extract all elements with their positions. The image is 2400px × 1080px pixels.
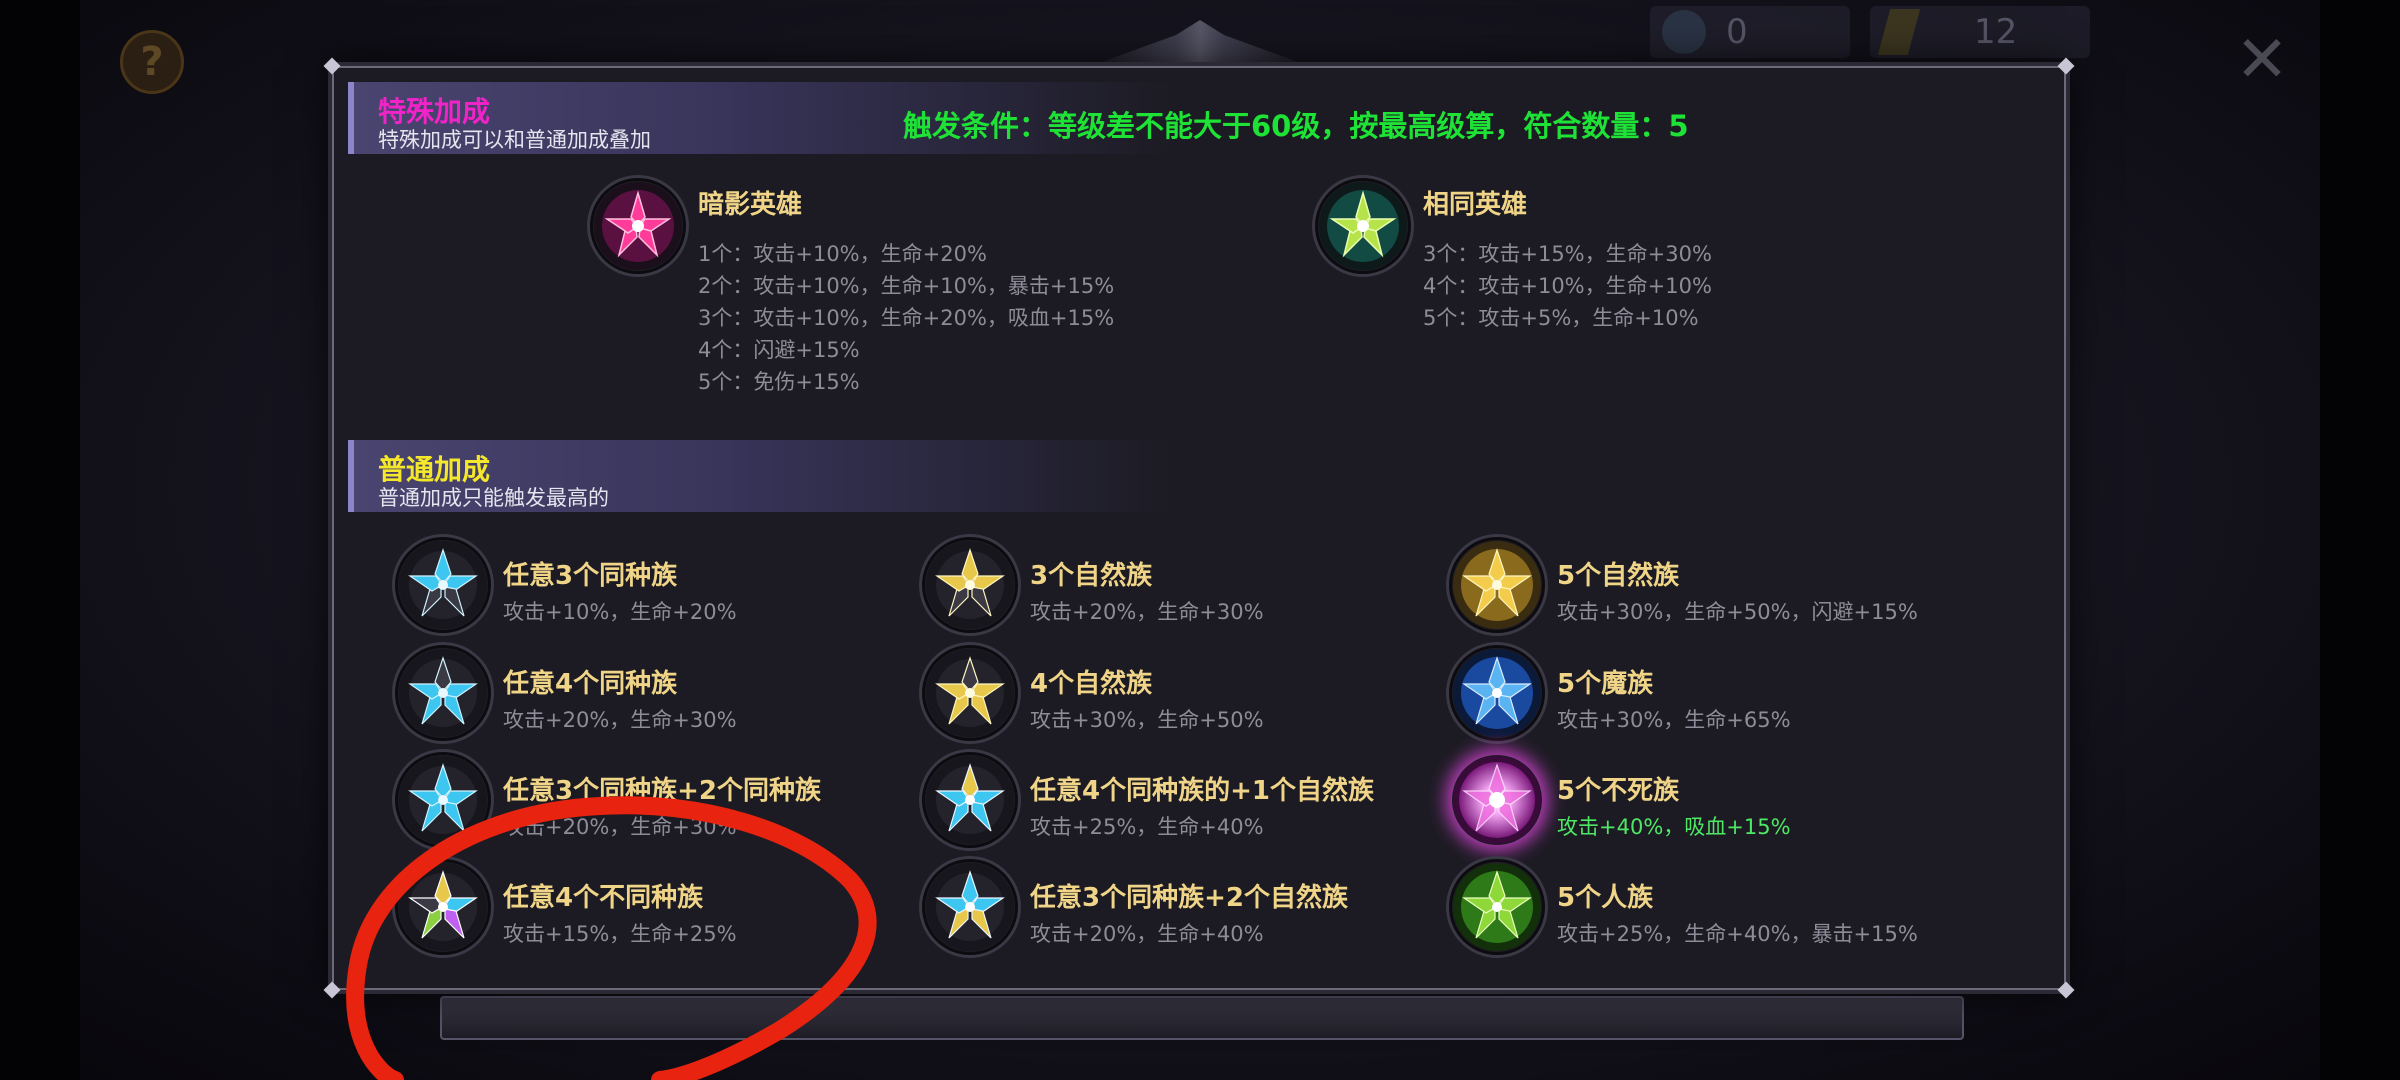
currency-slot-2: 12 (1870, 6, 2090, 58)
card-icon (1877, 9, 1921, 55)
special-subtitle: 特殊加成可以和普通加成叠加 (378, 128, 651, 152)
shadow-hero-line: 3个：攻击+10%，生命+20%，吸血+15% (698, 306, 1115, 330)
shadow-hero-line: 4个：闪避+15% (698, 338, 860, 362)
bonus-name: 任意4个同种族 (503, 669, 678, 699)
bonus-name: 任意3个同种族 (503, 561, 678, 591)
race-badge-icon (398, 648, 488, 738)
left-letterbox (0, 0, 80, 1080)
bonus-name: 5个魔族 (1557, 669, 1654, 699)
shadow-hero-name: 暗影英雄 (698, 190, 803, 220)
panel-bottom-frame (440, 996, 1964, 1040)
same-hero-line: 5个：攻击+5%，生命+10% (1423, 306, 1699, 330)
bonus-desc: 攻击+30%，生命+50% (1030, 708, 1264, 732)
shadow-hero-line: 1个：攻击+10%，生命+20% (698, 242, 987, 266)
race-badge-icon (925, 755, 1015, 845)
shadow-hero-badge-icon (593, 181, 683, 271)
bonus-name: 任意4个同种族的+1个自然族 (1030, 776, 1374, 806)
bonus-desc: 攻击+30%，生命+50%，闪避+15% (1557, 600, 1918, 624)
bonus-name: 任意3个同种族+2个同种族 (503, 776, 821, 806)
race-badge-icon (398, 862, 488, 952)
race-badge-icon (398, 755, 488, 845)
race-badge-icon (925, 540, 1015, 630)
trigger-condition: 触发条件：等级差不能大于60级，按最高级算，符合数量：5 (903, 109, 1689, 143)
bonus-name: 4个自然族 (1030, 669, 1153, 699)
bonus-desc: 攻击+10%，生命+20% (503, 600, 737, 624)
currency-2-value: 12 (1974, 12, 2018, 52)
bonus-desc: 攻击+20%，生命+30% (1030, 600, 1264, 624)
bonus-name: 任意3个同种族+2个自然族 (1030, 883, 1348, 913)
same-hero-line: 3个：攻击+15%，生命+30% (1423, 242, 1712, 266)
undead-badge-icon (1452, 755, 1542, 845)
race-badge-icon (925, 648, 1015, 738)
bonus-desc: 攻击+15%，生命+25% (503, 922, 737, 946)
bonus-desc: 攻击+25%，生命+40% (1030, 815, 1264, 839)
race-badge-icon (1452, 648, 1542, 738)
currency-slot-1: 0 (1650, 6, 1850, 58)
bonus-name: 5个人族 (1557, 883, 1654, 913)
same-hero-name: 相同英雄 (1423, 190, 1528, 220)
same-hero-line: 4个：攻击+10%，生命+10% (1423, 274, 1712, 298)
race-badge-icon (398, 540, 488, 630)
close-icon[interactable]: ✕ (2232, 28, 2292, 92)
bonus-desc: 攻击+20%，生命+30% (503, 815, 737, 839)
help-button[interactable]: ? (120, 30, 184, 94)
bonus-desc: 攻击+30%，生命+65% (1557, 708, 1791, 732)
bonus-name: 5个自然族 (1557, 561, 1680, 591)
race-badge-icon (1452, 862, 1542, 952)
bonus-name: 任意4个不同种族 (503, 883, 704, 913)
bonus-desc: 攻击+20%，生命+40% (1030, 922, 1264, 946)
currency-1-value: 0 (1726, 12, 1748, 52)
bonus-desc: 攻击+25%，生命+40%，暴击+15% (1557, 922, 1918, 946)
normal-subtitle: 普通加成只能触发最高的 (378, 486, 609, 510)
right-letterbox (2320, 0, 2400, 1080)
same-hero-badge-icon (1318, 181, 1408, 271)
normal-section-header: 普通加成 普通加成只能触发最高的 (348, 440, 1174, 512)
bonus-desc: 攻击+20%，生命+30% (503, 708, 737, 732)
bonus-name: 5个不死族 (1557, 776, 1680, 806)
shadow-hero-line: 5个：免伤+15% (698, 370, 860, 394)
shadow-hero-line: 2个：攻击+10%，生命+10%，暴击+15% (698, 274, 1115, 298)
race-badge-icon (925, 862, 1015, 952)
bonus-desc-active: 攻击+40%，吸血+15% (1557, 815, 1791, 839)
emblem-icon (1662, 10, 1706, 54)
race-badge-icon (1452, 540, 1542, 630)
bonus-name: 3个自然族 (1030, 561, 1153, 591)
